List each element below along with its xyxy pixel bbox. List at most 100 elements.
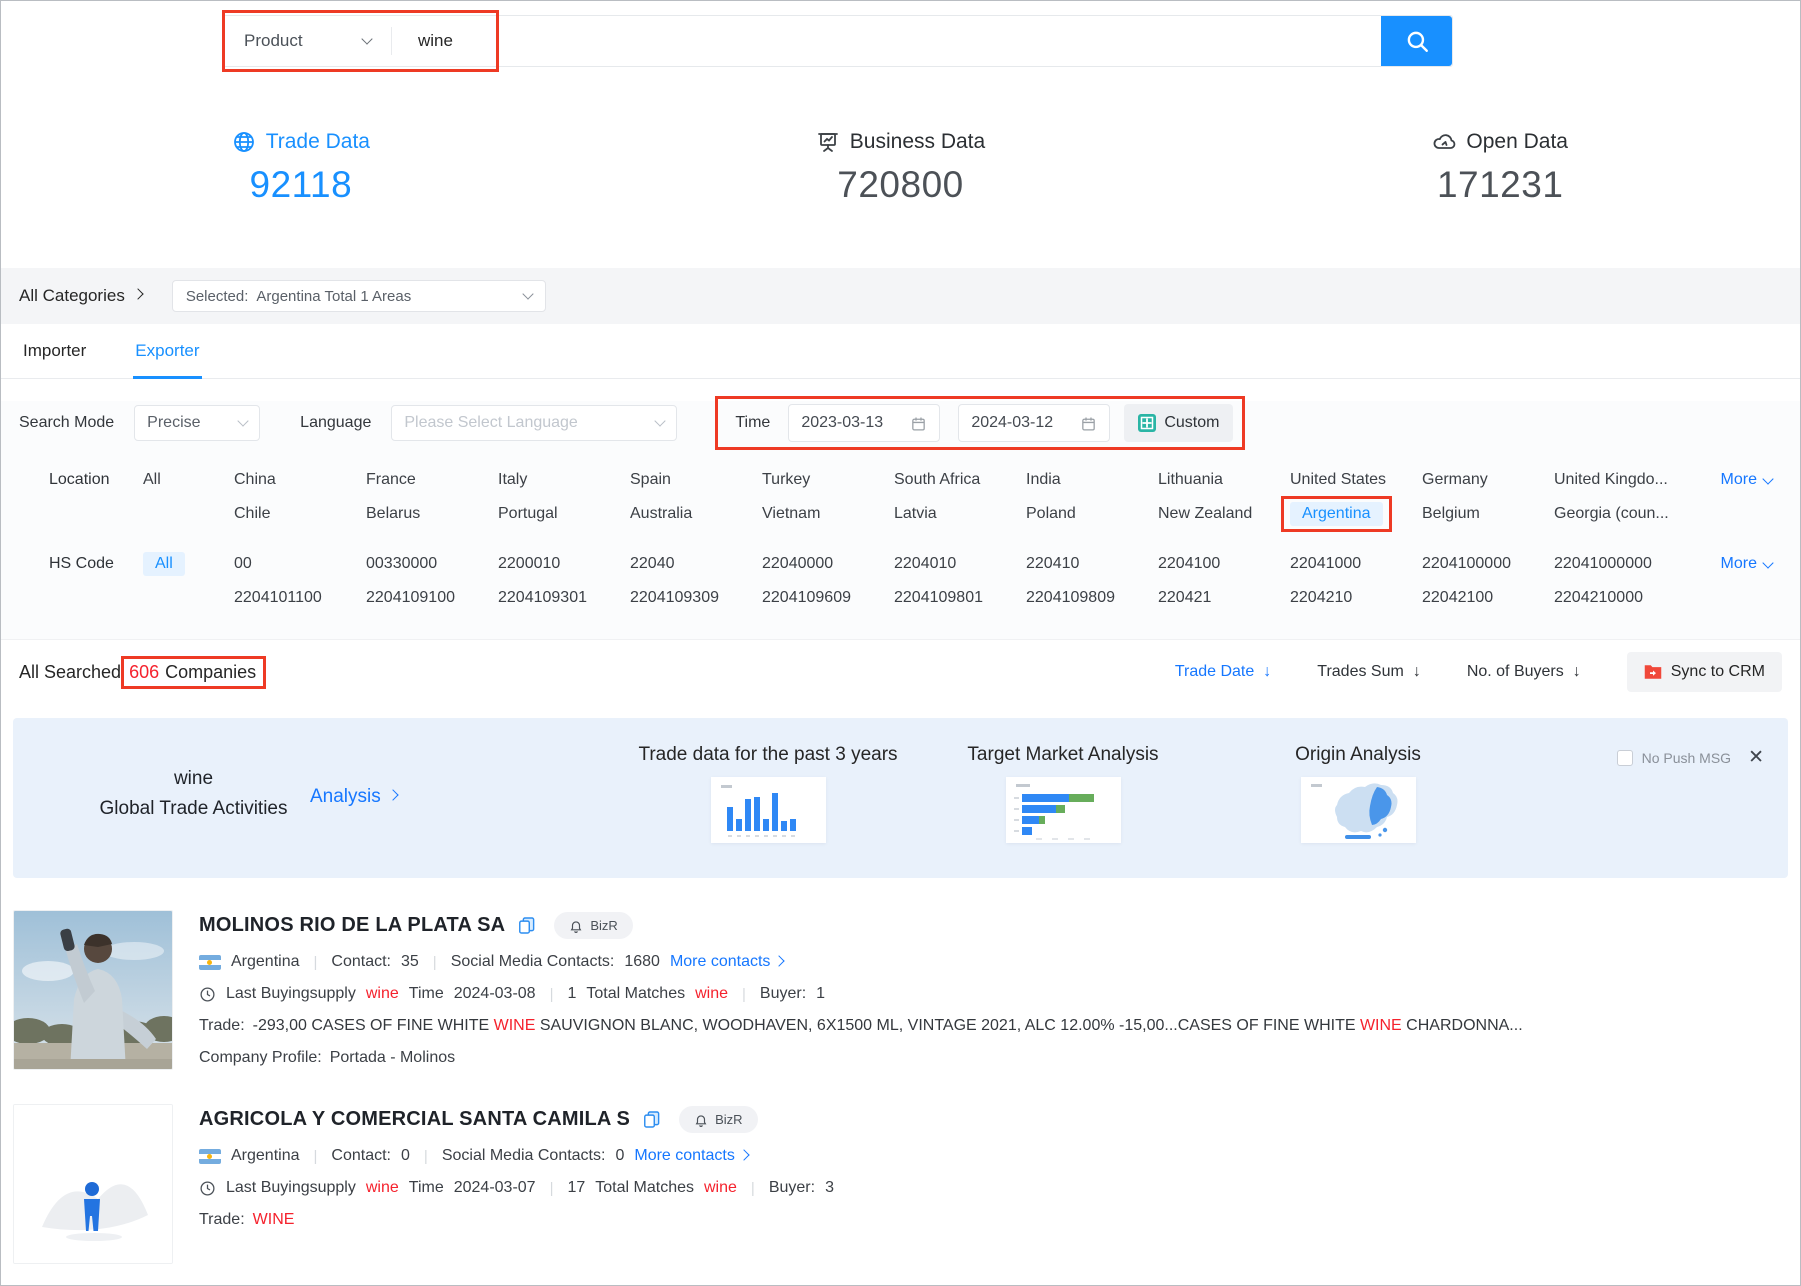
- location-option[interactable]: Vietnam: [762, 505, 894, 523]
- location-option[interactable]: Chile: [234, 505, 366, 523]
- selected-areas-dropdown[interactable]: Selected: Argentina Total 1 Areas: [172, 280, 546, 312]
- more-contacts-link[interactable]: More contacts: [670, 953, 783, 971]
- no-push-checkbox[interactable]: [1617, 750, 1633, 766]
- hs-code-option[interactable]: 2204109809: [1026, 589, 1158, 607]
- location-option[interactable]: France: [366, 471, 498, 489]
- chevron-down-icon: [1762, 473, 1773, 484]
- location-option[interactable]: India: [1026, 471, 1158, 489]
- all-categories-link[interactable]: All Categories: [19, 286, 142, 306]
- location-option[interactable]: Latvia: [894, 505, 1026, 523]
- location-option[interactable]: Poland: [1026, 505, 1158, 523]
- company-illustration[interactable]: [13, 1104, 173, 1264]
- location-option[interactable]: United Kingdo...: [1554, 471, 1686, 489]
- hs-code-option[interactable]: 00330000: [366, 555, 498, 573]
- custom-date-button[interactable]: Custom: [1124, 404, 1233, 442]
- no-push-label: No Push MSG: [1642, 750, 1731, 766]
- globe-icon: [232, 130, 256, 154]
- hs-code-option[interactable]: 2204109100: [366, 589, 498, 607]
- bizr-badge[interactable]: BizR: [554, 912, 632, 939]
- company-country: Argentina: [231, 1147, 300, 1165]
- location-option[interactable]: Australia: [630, 505, 762, 523]
- stat-open-data[interactable]: Open Data 171231: [1200, 104, 1800, 268]
- analysis-link[interactable]: Analysis: [310, 786, 397, 808]
- location-option[interactable]: South Africa: [894, 471, 1026, 489]
- hs-code-option[interactable]: 22041000: [1290, 555, 1422, 573]
- hs-code-option[interactable]: 2204109301: [498, 589, 630, 607]
- presentation-chart-icon: [816, 130, 840, 154]
- clock-icon: [199, 986, 216, 1003]
- hs-code-option[interactable]: 2204010: [894, 555, 1026, 573]
- stat-trade-data[interactable]: Trade Data 92118: [1, 104, 601, 268]
- banner-card-trade-data[interactable]: Trade data for the past 3 years: [613, 744, 923, 843]
- clock-icon: [199, 1180, 216, 1197]
- location-option[interactable]: Turkey: [762, 471, 894, 489]
- location-option[interactable]: Georgia (coun...: [1554, 505, 1686, 523]
- location-option[interactable]: Spain: [630, 471, 762, 489]
- hs-code-option[interactable]: 2204109609: [762, 589, 894, 607]
- hs-code-option[interactable]: 2204100: [1158, 555, 1290, 573]
- company-report-icon[interactable]: [642, 1110, 661, 1129]
- location-option[interactable]: Portugal: [498, 505, 630, 523]
- company-name[interactable]: AGRICOLA Y COMERCIAL SANTA CAMILA S: [199, 1108, 630, 1131]
- bizr-badge[interactable]: BizR: [679, 1106, 757, 1133]
- stat-business-data[interactable]: Business Data 720800: [601, 104, 1201, 268]
- company-meta-row: Argentina | Contact: 0 | Social Media Co…: [199, 1147, 1788, 1165]
- hs-code-option[interactable]: 220421: [1158, 589, 1290, 607]
- location-option[interactable]: Lithuania: [1158, 471, 1290, 489]
- hs-code-option[interactable]: All: [143, 552, 234, 576]
- hs-code-option[interactable]: 2204101100: [234, 589, 366, 607]
- location-option[interactable]: Argentina: [1290, 502, 1422, 526]
- sort-no-of-buyers[interactable]: No. of Buyers ↓: [1467, 663, 1581, 681]
- argentina-flag-icon: [199, 955, 221, 970]
- location-option[interactable]: Belarus: [366, 505, 498, 523]
- language-select[interactable]: Please Select Language: [391, 405, 677, 441]
- location-more-link[interactable]: More: [1721, 471, 1772, 489]
- date-from-input[interactable]: 2023-03-13: [788, 404, 940, 442]
- hs-code-option[interactable]: 00: [234, 555, 366, 573]
- sort-trades-sum[interactable]: Trades Sum ↓: [1317, 663, 1421, 681]
- banner-card-origin[interactable]: Origin Analysis: [1213, 744, 1503, 843]
- location-option[interactable]: Belgium: [1422, 505, 1554, 523]
- sync-to-crm-button[interactable]: Sync to CRM: [1627, 652, 1782, 692]
- search-input[interactable]: [392, 16, 1381, 66]
- arrow-down-icon: ↓: [1573, 663, 1581, 681]
- hs-code-option[interactable]: 2204109309: [630, 589, 762, 607]
- company-name[interactable]: MOLINOS RIO DE LA PLATA SA: [199, 914, 505, 937]
- location-option[interactable]: [143, 505, 234, 523]
- results-suffix: Companies: [165, 662, 256, 683]
- hs-code-option[interactable]: [143, 589, 234, 607]
- hs-code-option[interactable]: 2204210: [1290, 589, 1422, 607]
- hs-code-option[interactable]: 22042100: [1422, 589, 1554, 607]
- hs-code-option[interactable]: 220410: [1026, 555, 1158, 573]
- hs-code-option[interactable]: 2204109801: [894, 589, 1026, 607]
- more-contacts-link[interactable]: More contacts: [634, 1147, 747, 1165]
- search-type-dropdown[interactable]: Product: [224, 16, 391, 66]
- location-option[interactable]: United States: [1290, 471, 1422, 489]
- location-option[interactable]: All: [143, 471, 234, 489]
- time-label: Time: [735, 414, 770, 432]
- hs-code-option[interactable]: 22041000000: [1554, 555, 1686, 573]
- stat-value: 720800: [837, 164, 963, 206]
- banner-card-target-market[interactable]: Target Market Analysis: [915, 744, 1211, 843]
- date-to-input[interactable]: 2024-03-12: [958, 404, 1110, 442]
- company-activity-row: Last Buyingsupply wine Time 2024-03-07 |…: [199, 1179, 1788, 1197]
- hs-code-option[interactable]: 2204210000: [1554, 589, 1686, 607]
- hs-code-more-link[interactable]: More: [1721, 555, 1772, 573]
- company-photo[interactable]: [13, 910, 173, 1070]
- search-mode-select[interactable]: Precise: [134, 405, 260, 441]
- sort-trade-date[interactable]: Trade Date ↓: [1175, 663, 1271, 681]
- company-report-icon[interactable]: [517, 916, 536, 935]
- hs-code-option[interactable]: 2204100000: [1422, 555, 1554, 573]
- location-option[interactable]: China: [234, 471, 366, 489]
- hs-code-option[interactable]: 22040: [630, 555, 762, 573]
- location-option[interactable]: New Zealand: [1158, 505, 1290, 523]
- tab-exporter[interactable]: Exporter: [133, 324, 201, 378]
- filter-panel: Search Mode Precise Language Please Sele…: [1, 401, 1800, 640]
- search-button[interactable]: [1381, 16, 1452, 66]
- tab-importer[interactable]: Importer: [21, 324, 88, 378]
- hs-code-option[interactable]: 2200010: [498, 555, 630, 573]
- location-option[interactable]: Germany: [1422, 471, 1554, 489]
- location-option[interactable]: Italy: [498, 471, 630, 489]
- hs-code-option[interactable]: 22040000: [762, 555, 894, 573]
- close-icon[interactable]: ✕: [1748, 748, 1764, 767]
